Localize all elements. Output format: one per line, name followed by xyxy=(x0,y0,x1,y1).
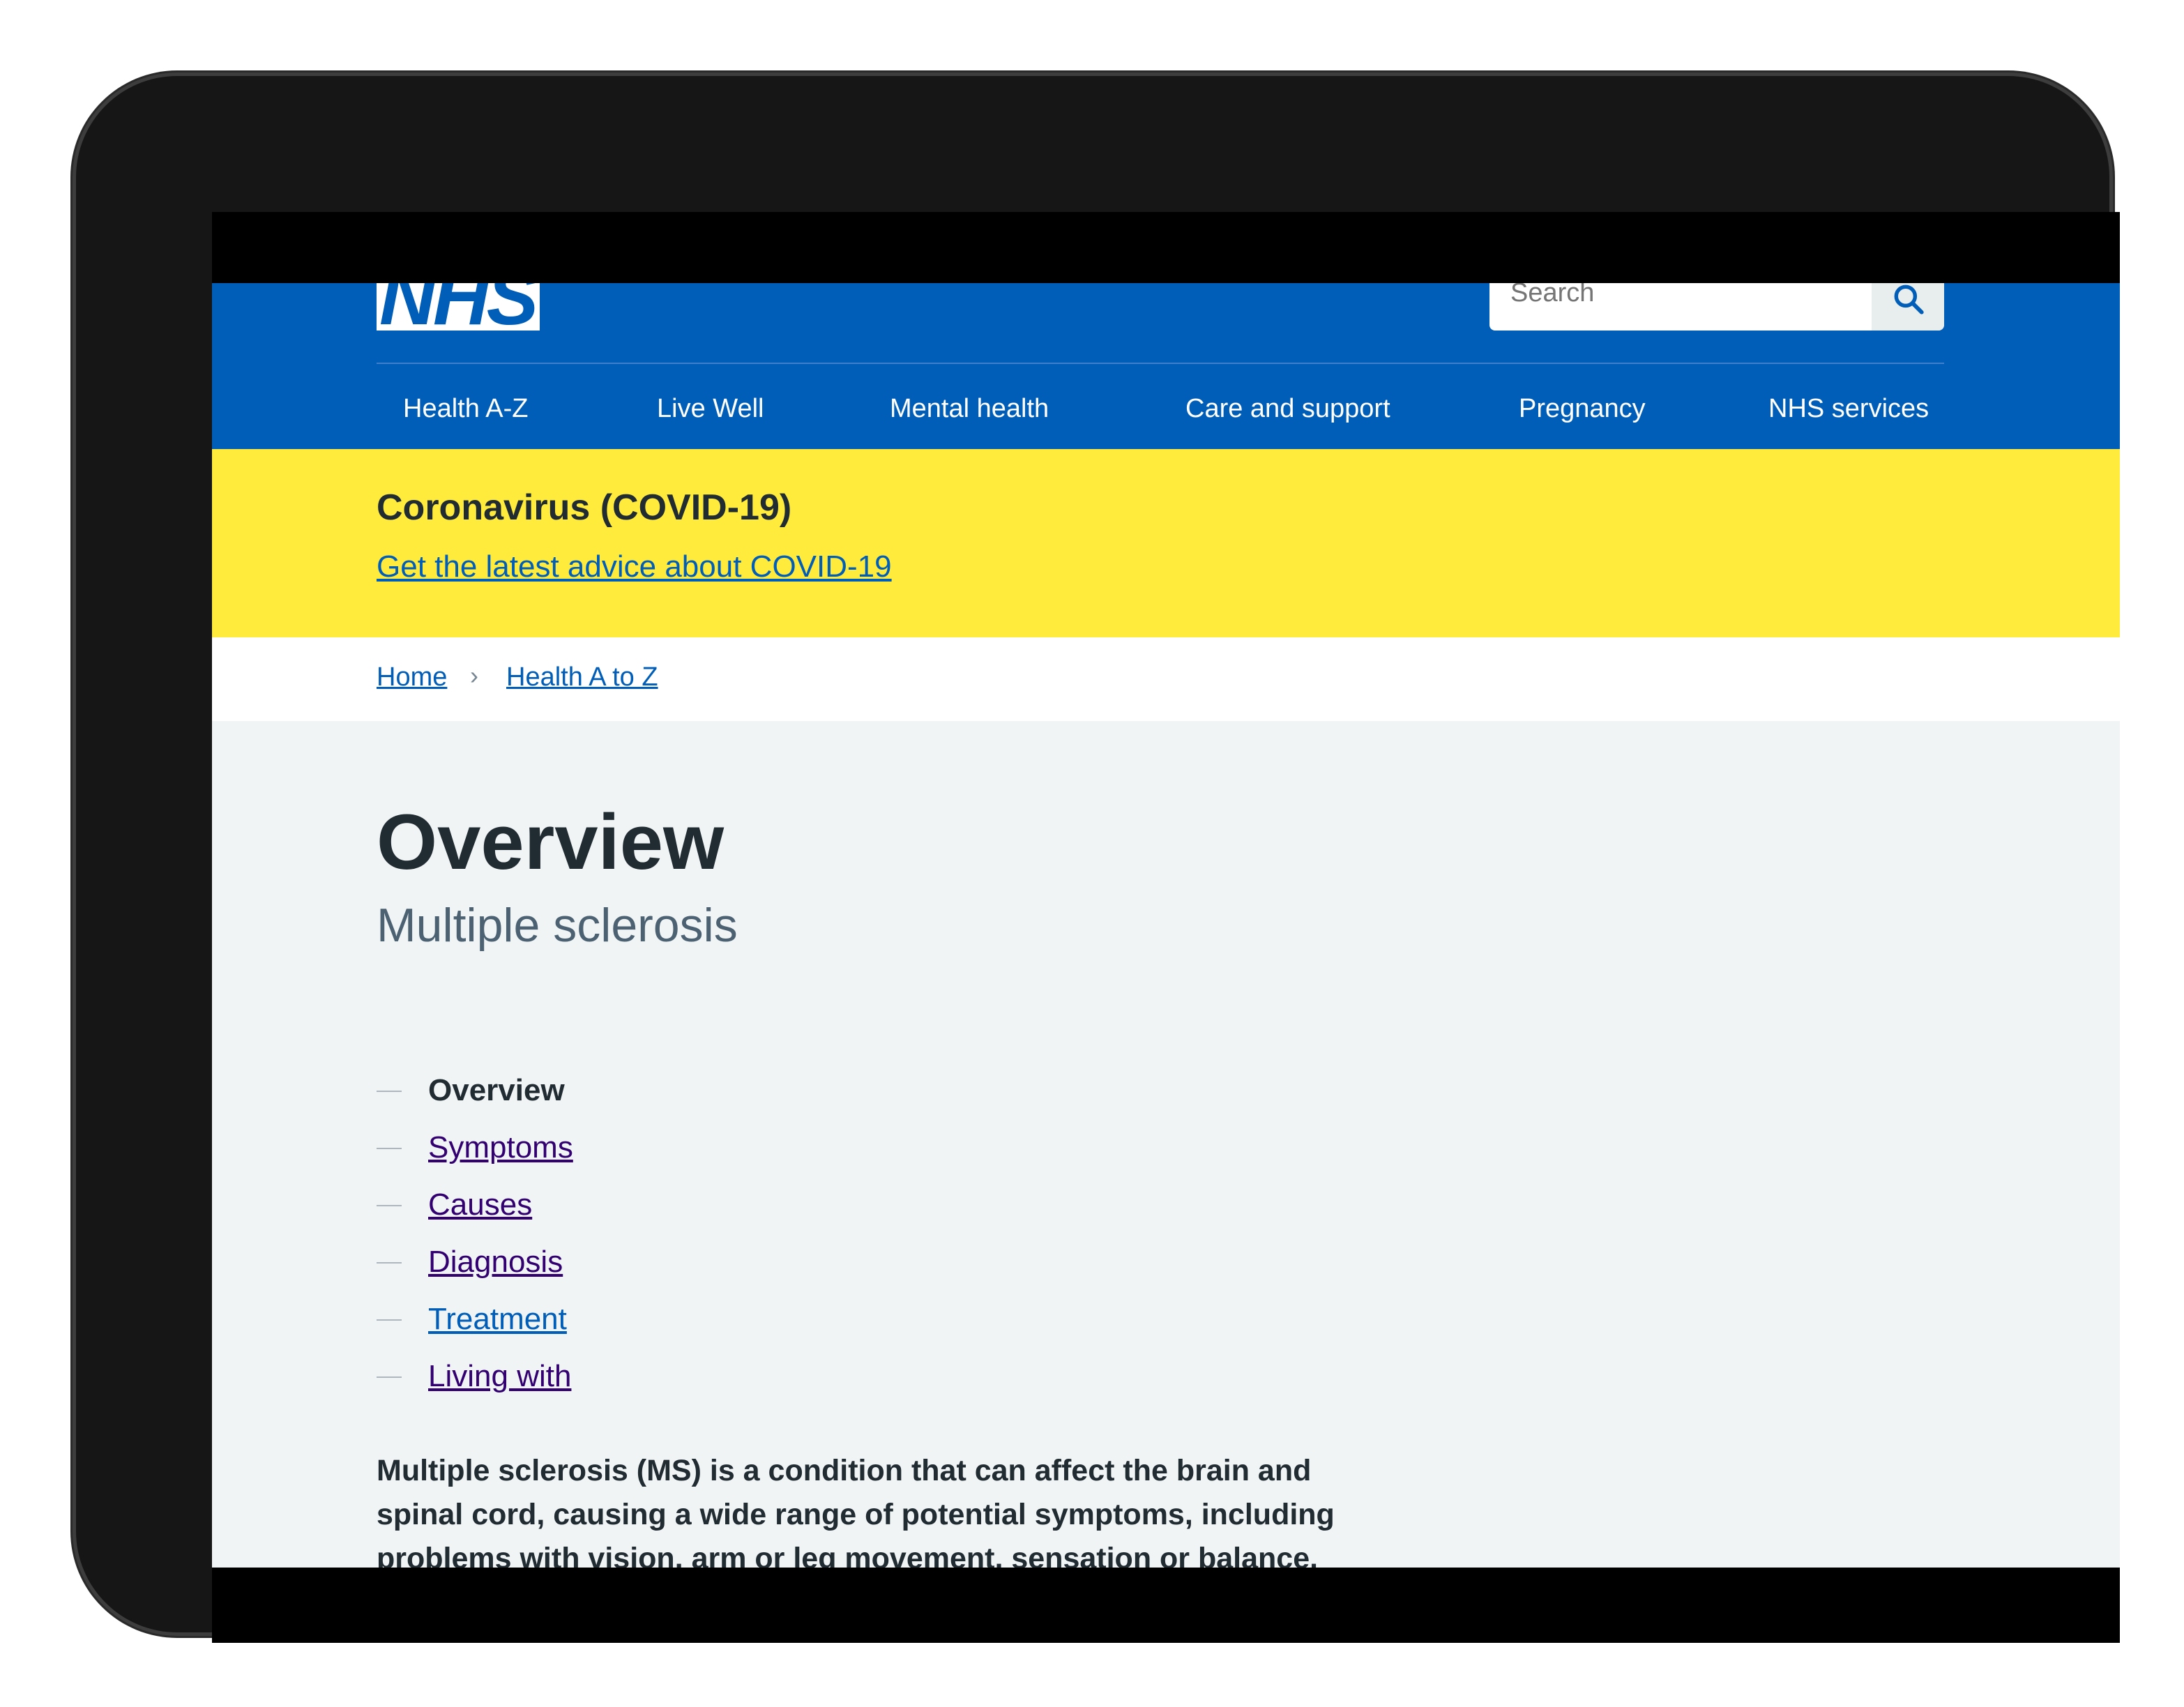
dash-icon xyxy=(377,1205,402,1206)
nav-nhs-services[interactable]: NHS services xyxy=(1768,388,1929,430)
contents-link-causes[interactable]: Causes xyxy=(428,1184,532,1226)
page-caption: Multiple sclerosis xyxy=(377,899,738,952)
dash-icon xyxy=(377,1262,402,1264)
lede-paragraph: Multiple sclerosis (MS) is a condition t… xyxy=(377,1454,1335,1568)
nav-live-well[interactable]: Live Well xyxy=(657,388,764,430)
breadcrumb-health-a-to-z[interactable]: Health A to Z xyxy=(506,662,658,692)
search-form xyxy=(1489,283,1944,331)
main-content: Overview Multiple sclerosis Overview Sym… xyxy=(212,721,2120,1568)
dash-icon xyxy=(377,1319,402,1321)
primary-navigation: Health A-Z Live Well Mental health Care … xyxy=(377,388,1944,430)
nav-care-and-support[interactable]: Care and support xyxy=(1185,388,1390,430)
nhs-logo[interactable]: NHS xyxy=(377,283,540,331)
page-title: Overview xyxy=(377,798,725,886)
search-icon xyxy=(1894,284,1924,314)
covid-advice-link[interactable]: Get the latest advice about COVID-19 xyxy=(377,549,892,584)
alert-title: Coronavirus (COVID-19) xyxy=(377,487,792,528)
contents-link-diagnosis[interactable]: Diagnosis xyxy=(428,1241,563,1283)
dash-icon xyxy=(377,1148,402,1149)
dash-icon xyxy=(377,1376,402,1378)
contents-link-treatment[interactable]: Treatment xyxy=(428,1298,567,1340)
nav-health-a-z[interactable]: Health A-Z xyxy=(403,388,529,430)
breadcrumb-home[interactable]: Home xyxy=(377,662,447,692)
nav-divider xyxy=(377,363,1944,364)
contents-link-living-with[interactable]: Living with xyxy=(428,1356,571,1397)
nav-mental-health[interactable]: Mental health xyxy=(890,388,1049,430)
breadcrumb: Home › Health A to Z xyxy=(212,637,2120,721)
device-screen: NHS Health A-Z Live Well Mental heal xyxy=(212,212,2120,1643)
contents-link-symptoms[interactable]: Symptoms xyxy=(428,1127,573,1169)
search-input[interactable] xyxy=(1509,283,1860,303)
nav-pregnancy[interactable]: Pregnancy xyxy=(1519,388,1646,430)
nhs-website: NHS Health A-Z Live Well Mental heal xyxy=(212,283,2120,1568)
covid-alert-banner: Coronavirus (COVID-19) Get the latest ad… xyxy=(212,449,2120,637)
search-button[interactable] xyxy=(1872,283,1944,331)
dash-icon xyxy=(377,1091,402,1092)
contents-current-label: Overview xyxy=(428,1073,565,1107)
tablet-device-frame: NHS Health A-Z Live Well Mental heal xyxy=(73,73,2120,1643)
chevron-right-icon: › xyxy=(470,661,478,690)
site-header: NHS Health A-Z Live Well Mental heal xyxy=(212,283,2120,449)
nhs-logo-text: NHS xyxy=(379,283,538,331)
